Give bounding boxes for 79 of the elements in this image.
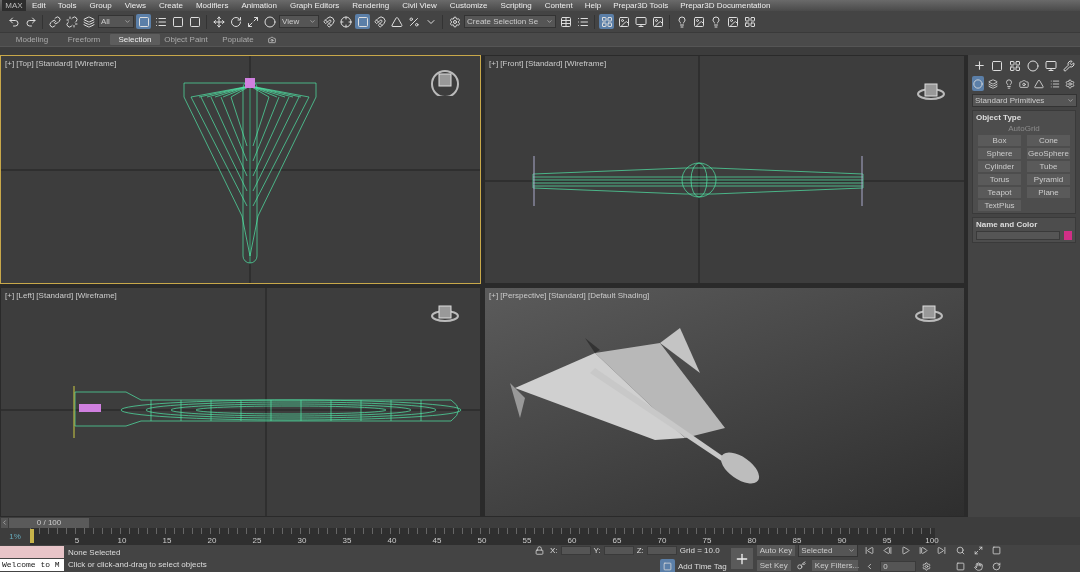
ribbon-tab[interactable]: Selection xyxy=(110,34,160,45)
frame-number: 25 xyxy=(252,536,262,545)
menu-item[interactable]: Views xyxy=(124,1,146,10)
primitive-button[interactable]: Pyramid xyxy=(1027,174,1070,185)
viewport-label[interactable]: [+] [Left] [Standard] [Wireframe] xyxy=(5,291,117,300)
frame-number: 55 xyxy=(522,536,532,545)
viewport[interactable]: [+] [Left] [Standard] [Wireframe] xyxy=(0,287,481,517)
frame-number: 15 xyxy=(162,536,172,545)
frame-number: 45 xyxy=(432,536,442,545)
primitive-button[interactable]: Tube xyxy=(1027,161,1070,172)
grid-size: Grid = 10.0 xyxy=(679,546,720,555)
primitive-button[interactable]: TextPlus xyxy=(978,200,1021,211)
frame-number: 65 xyxy=(612,536,622,545)
ribbon-tab[interactable]: Object Paint xyxy=(160,34,212,45)
menu-item[interactable]: Tools xyxy=(57,1,77,10)
viewport-label[interactable]: [+] [Perspective] [Standard] [Default Shading] xyxy=(489,291,650,300)
menu-item[interactable]: Modifiers xyxy=(195,1,229,10)
menu-item[interactable]: Graph Editors xyxy=(289,1,340,10)
menu-item[interactable]: Scripting xyxy=(500,1,532,10)
percent-label: 1% xyxy=(8,531,22,543)
menu-item[interactable]: Prepar3D Tools xyxy=(613,1,669,10)
frame-number: 35 xyxy=(342,536,352,545)
menu-item[interactable]: Prepar3D Documentation xyxy=(680,1,771,10)
selection-status: None Selected xyxy=(68,548,122,557)
menu-item[interactable]: Civil View xyxy=(402,1,437,10)
menu-item[interactable]: Customize xyxy=(449,1,488,10)
frame-number: 5 xyxy=(74,536,80,545)
app-logo[interactable]: MAX xyxy=(2,0,26,11)
viewport[interactable]: [+] [Front] [Standard] [Wireframe] xyxy=(484,55,965,284)
coordinate-label: X: xyxy=(550,546,558,555)
named-selection-dropdown[interactable]: Create Selection Se xyxy=(464,15,556,28)
viewport-label[interactable]: [+] [Top] [Standard] [Wireframe] xyxy=(5,59,117,68)
menu-item[interactable]: Animation xyxy=(241,1,277,10)
frame-number: 30 xyxy=(297,536,307,545)
ribbon-tab[interactable]: Freeform xyxy=(58,34,110,45)
primitive-button[interactable]: Cone xyxy=(1027,135,1070,146)
frame-number: 20 xyxy=(207,536,217,545)
primitive-button[interactable]: Box xyxy=(978,135,1021,146)
menu-item[interactable]: Content xyxy=(544,1,573,10)
primitive-button[interactable]: Teapot xyxy=(978,187,1021,198)
frame-number: 50 xyxy=(477,536,487,545)
listener-output[interactable]: Welcome to M xyxy=(0,559,64,571)
add-time-tag-link[interactable]: Add Time Tag xyxy=(678,562,727,571)
frame-number: 75 xyxy=(702,536,712,545)
frame-number: 70 xyxy=(657,536,667,545)
auto-key-button[interactable]: Auto Key xyxy=(756,545,796,556)
frame-number: 40 xyxy=(387,536,397,545)
frame-number: 80 xyxy=(747,536,757,545)
current-frame-field[interactable]: 0 xyxy=(880,561,917,572)
frame-number: 85 xyxy=(792,536,802,545)
viewport[interactable]: [+] [Top] [Standard] [Wireframe] xyxy=(0,55,481,284)
menu-item[interactable]: Group xyxy=(89,1,112,10)
menu-item[interactable]: Rendering xyxy=(352,1,390,10)
reference-coordinate-dropdown[interactable]: View xyxy=(279,15,319,28)
viewport-label[interactable]: [+] [Front] [Standard] [Wireframe] xyxy=(489,59,607,68)
primitive-button[interactable]: Cylinder xyxy=(978,161,1021,172)
ribbon-tab[interactable]: Populate xyxy=(212,34,264,45)
category-dropdown[interactable]: Standard Primitives xyxy=(972,94,1077,107)
key-filters-button[interactable]: Key Filters... xyxy=(811,560,858,571)
prompt-text: Click or click-and-drag to select objects xyxy=(68,560,208,569)
menu-item[interactable]: Edit xyxy=(32,1,46,10)
menu-item[interactable]: Create xyxy=(158,1,183,10)
primitive-button[interactable]: Sphere xyxy=(978,148,1021,159)
primitive-button[interactable]: Plane xyxy=(1027,187,1070,198)
key-mode-dropdown[interactable]: Selected xyxy=(798,545,859,557)
coordinate-label: Z: xyxy=(636,546,644,555)
primitive-button[interactable]: Torus xyxy=(978,174,1021,185)
frame-number: 10 xyxy=(117,536,127,545)
frame-number: 60 xyxy=(567,536,577,545)
set-key-mode-button[interactable]: Set Key xyxy=(756,560,791,571)
menu-item[interactable]: Help xyxy=(584,1,602,10)
coordinate-label: Y: xyxy=(593,546,601,555)
selection-filter-dropdown[interactable]: All xyxy=(98,15,134,28)
primitive-button[interactable]: GeoSphere xyxy=(1027,148,1070,159)
ribbon-tab[interactable]: Modeling xyxy=(6,34,58,45)
viewport[interactable]: [+] [Perspective] [Standard] [Default Shading] xyxy=(484,287,965,517)
frame-number: 95 xyxy=(882,536,892,545)
rollout-title[interactable]: Object Type xyxy=(976,113,1072,122)
frame-number: 90 xyxy=(837,536,847,545)
